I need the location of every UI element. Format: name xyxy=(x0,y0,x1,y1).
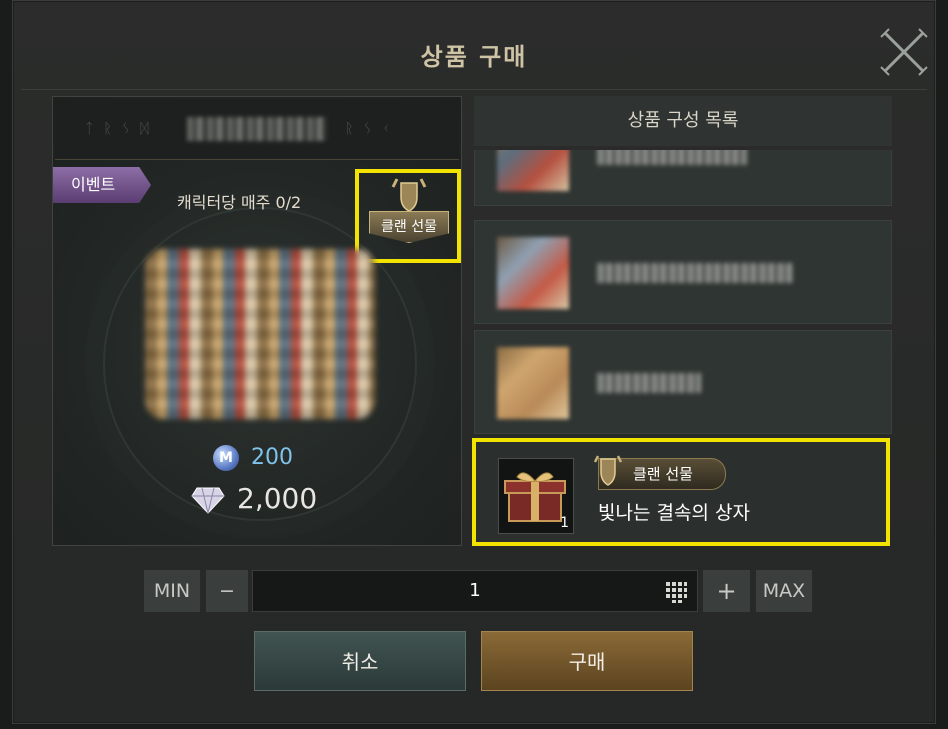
coin-price-value: 200 xyxy=(251,445,293,470)
min-button[interactable]: MIN xyxy=(144,570,200,612)
product-image xyxy=(145,249,375,419)
event-tag: 이벤트 xyxy=(53,167,151,203)
item-thumbnail xyxy=(497,237,569,309)
plus-button[interactable]: + xyxy=(703,570,750,612)
diamond-price-value: 2,000 xyxy=(237,482,318,515)
gift-box-thumbnail: 1 xyxy=(498,458,574,534)
diamond-icon xyxy=(191,487,225,514)
m-coin-icon: M xyxy=(213,445,239,471)
clan-gift-highlight: 클랜 선물 xyxy=(355,169,461,263)
gift-quantity: 1 xyxy=(560,515,569,531)
item-name-blurred xyxy=(597,150,747,165)
clan-gift-badge: 클랜 선물 xyxy=(369,211,449,243)
dialog-title: 상품 구매 xyxy=(420,43,528,71)
cancel-button[interactable]: 취소 xyxy=(254,631,466,691)
product-name-header: ᛏᚱᛊᛞ ᚱᛊᚲ xyxy=(55,99,459,160)
purchase-limit: 캐릭터당 매주 0/2 xyxy=(177,193,302,212)
close-icon[interactable] xyxy=(879,27,929,77)
gift-item-name: 빛나는 결속의 상자 xyxy=(598,502,750,524)
product-name-blurred xyxy=(187,117,327,141)
list-item[interactable] xyxy=(474,220,892,324)
buy-button[interactable]: 구매 xyxy=(481,631,693,691)
product-panel: ᛏᚱᛊᛞ ᚱᛊᚲ 이벤트 캐릭터당 매주 0/2 클랜 선물 M 200 2,0… xyxy=(52,96,462,546)
rune-decoration-left: ᛏᚱᛊᛞ xyxy=(85,121,159,137)
item-name-blurred xyxy=(597,263,793,283)
list-item[interactable] xyxy=(474,150,892,206)
item-thumbnail xyxy=(497,347,569,419)
clan-gift-item-highlight[interactable]: 1 클랜 선물 빛나는 결속의 상자 xyxy=(472,438,890,546)
rune-decoration-right: ᚱᛊᚲ xyxy=(345,121,401,137)
item-name-blurred xyxy=(597,373,701,393)
max-button[interactable]: MAX xyxy=(756,570,812,612)
quantity-value: 1 xyxy=(469,580,481,601)
composition-header: 상품 구성 목록 xyxy=(474,96,892,146)
item-thumbnail xyxy=(497,150,569,191)
clan-shield-icon xyxy=(391,178,427,212)
clan-shield-icon xyxy=(593,455,623,486)
minus-button[interactable]: − xyxy=(206,570,248,612)
keypad-icon[interactable] xyxy=(665,581,687,603)
list-item[interactable] xyxy=(474,330,892,434)
quantity-input[interactable]: 1 xyxy=(252,570,698,612)
title-divider xyxy=(21,89,927,90)
